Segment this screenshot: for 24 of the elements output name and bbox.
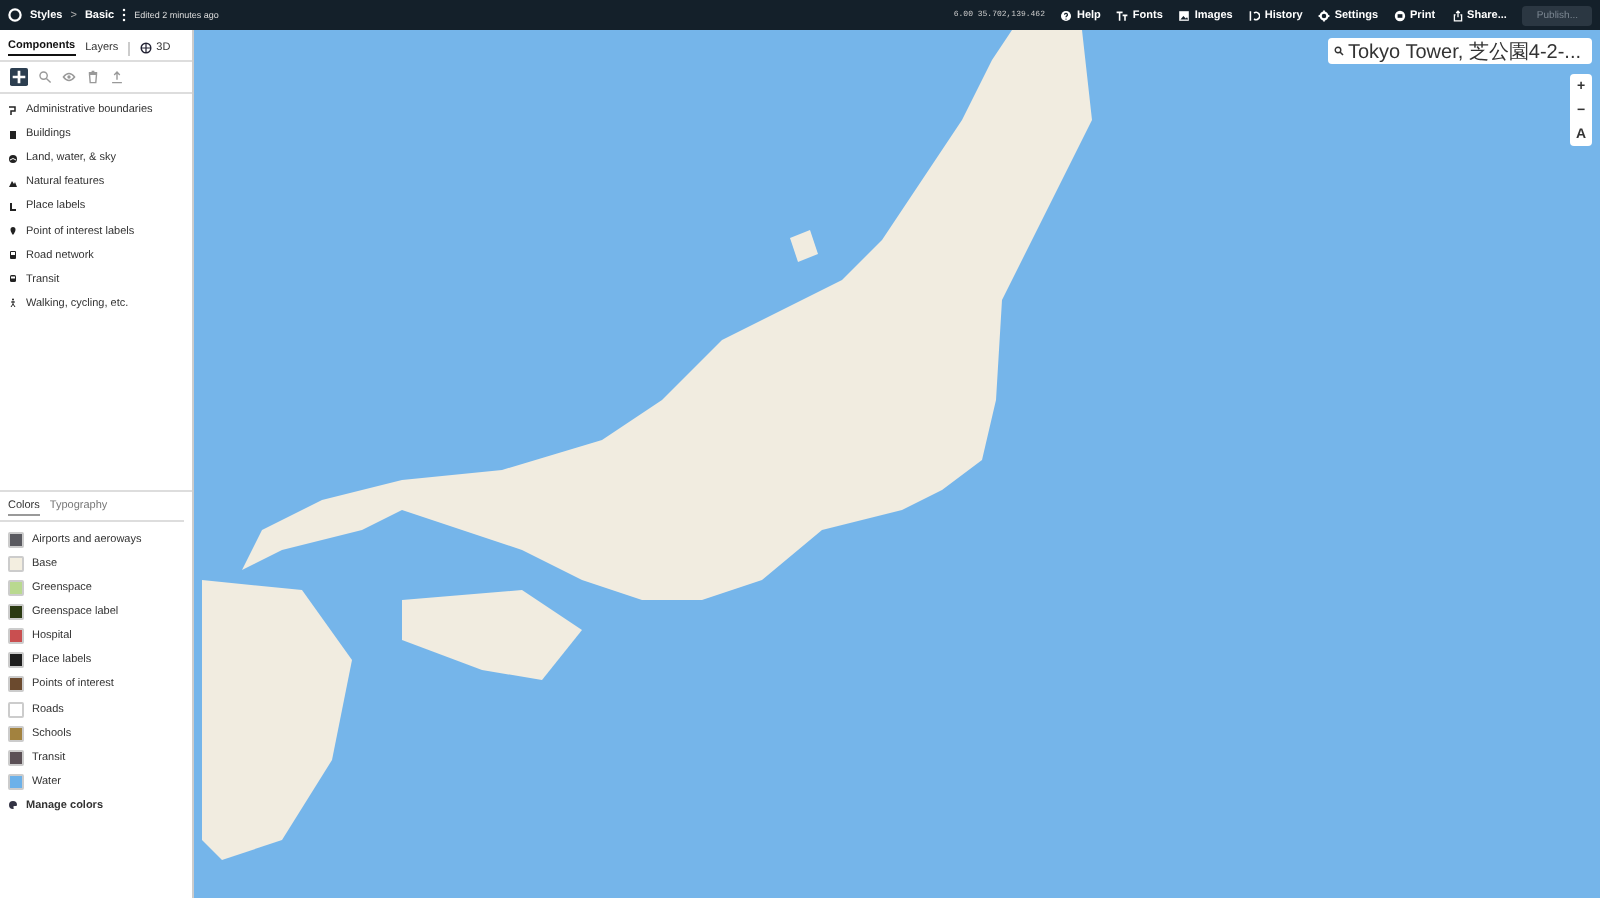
search-field[interactable]: Tokyo Tower, 芝公園4-2-... <box>1328 38 1592 64</box>
bus-icon <box>8 274 18 285</box>
more-icon[interactable] <box>122 8 127 22</box>
logo-icon <box>8 8 22 22</box>
upload-icon[interactable] <box>110 70 124 84</box>
globe-icon <box>8 153 18 164</box>
pin-icon <box>8 226 18 237</box>
search-icon <box>1334 46 1344 56</box>
share-icon <box>1451 9 1464 21</box>
add-icon[interactable] <box>10 68 28 86</box>
eye-icon[interactable] <box>62 70 76 84</box>
palette-icon <box>8 800 18 811</box>
history-icon <box>1248 9 1261 21</box>
settings-icon <box>1318 9 1331 21</box>
print-icon <box>1394 9 1407 21</box>
walking-person-icon <box>8 298 18 309</box>
search-icon[interactable] <box>38 70 52 84</box>
help-icon <box>1060 9 1073 21</box>
image-icon <box>1178 9 1191 21</box>
building-icon <box>8 129 18 140</box>
globe-icon <box>140 41 153 53</box>
text-icon <box>1116 9 1129 21</box>
trash-icon[interactable] <box>86 70 100 84</box>
mountain-icon <box>8 177 18 188</box>
